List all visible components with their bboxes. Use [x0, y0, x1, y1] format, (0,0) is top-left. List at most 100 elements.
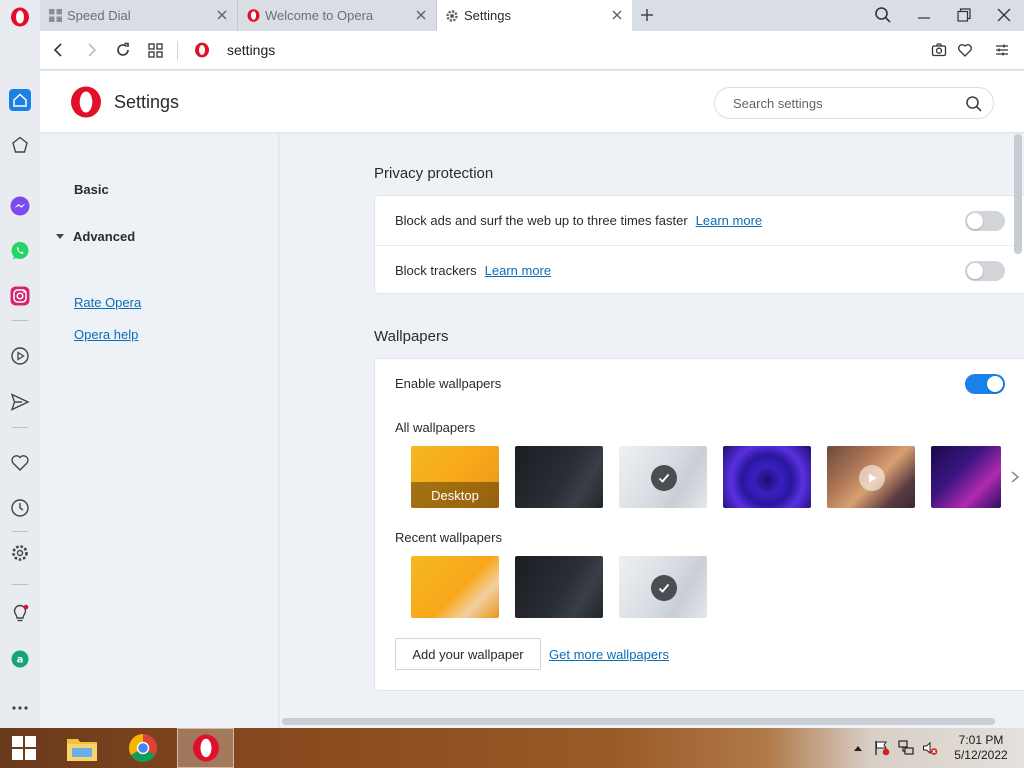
new-tab-button[interactable] — [637, 5, 657, 25]
close-tab-icon[interactable] — [414, 8, 428, 22]
sidebar-item-features[interactable] — [8, 602, 32, 626]
sidebar-item-personal-news[interactable] — [8, 133, 32, 157]
nav-advanced[interactable]: Advanced — [56, 229, 135, 244]
rate-opera-link[interactable]: Rate Opera — [74, 295, 141, 310]
wallpaper-thumb-neon[interactable] — [931, 446, 1001, 508]
setting-row-block-ads: Block ads and surf the web up to three t… — [375, 196, 1024, 245]
clock-date: 5/12/2022 — [954, 748, 1008, 762]
search-input[interactable] — [733, 94, 953, 112]
sidebar-item-messenger[interactable] — [8, 194, 32, 218]
tabs-overview-button[interactable] — [145, 40, 165, 60]
tab-welcome[interactable]: Welcome to Opera — [238, 0, 437, 31]
speaker-muted-icon — [923, 741, 938, 755]
block-trackers-toggle[interactable] — [965, 261, 1005, 281]
vertical-scrollbar[interactable] — [1014, 134, 1022, 254]
forward-button[interactable] — [81, 40, 101, 60]
sidebar-item-instagram[interactable] — [8, 284, 32, 308]
wallpapers-next-button[interactable] — [1009, 470, 1021, 484]
close-window-button[interactable] — [993, 4, 1015, 26]
opera-icon — [195, 42, 209, 58]
whatsapp-icon — [11, 242, 29, 260]
wallpaper-thumb-dark[interactable] — [515, 446, 603, 508]
nav-basic[interactable]: Basic — [74, 182, 109, 197]
sidebar-item-player[interactable] — [8, 344, 32, 368]
block-ads-toggle[interactable] — [965, 211, 1005, 231]
sidebar-item-aria[interactable]: a — [8, 647, 32, 671]
tab-speed-dial[interactable]: Speed Dial — [40, 0, 238, 31]
wallpaper-thumb-desktop[interactable]: Desktop — [411, 446, 499, 508]
sidebar-item-history[interactable] — [8, 496, 32, 520]
chevron-up-icon — [854, 746, 862, 751]
network-icon[interactable] — [898, 740, 914, 756]
selected-check-icon — [651, 465, 677, 491]
setting-row-enable-wallpapers: Enable wallpapers — [375, 359, 1024, 408]
enable-wallpapers-toggle[interactable] — [965, 374, 1005, 394]
sidebar-more-button[interactable] — [8, 696, 32, 720]
settings-nav: Basic Advanced Rate Opera Opera help — [40, 134, 279, 728]
back-button[interactable] — [49, 40, 69, 60]
recent-wallpaper-thumb-light[interactable] — [619, 556, 707, 618]
sidebar-item-home[interactable] — [8, 88, 32, 112]
learn-more-link[interactable]: Learn more — [696, 213, 762, 228]
volume-muted-icon[interactable] — [922, 740, 938, 756]
arrow-right-icon — [88, 43, 97, 57]
reload-button[interactable] — [113, 40, 133, 60]
taskbar-clock[interactable]: 7:01 PM 5/12/2022 — [946, 733, 1016, 763]
selected-check-icon — [651, 575, 677, 601]
play-circle-icon — [11, 347, 29, 365]
sidebar-item-my-flow[interactable] — [8, 390, 32, 414]
learn-more-link[interactable]: Learn more — [485, 263, 551, 278]
taskbar-opera[interactable] — [177, 728, 234, 768]
horizontal-scrollbar[interactable] — [282, 718, 995, 725]
taskbar-file-explorer[interactable] — [58, 728, 106, 768]
easy-setup-button[interactable] — [992, 40, 1012, 60]
tab-settings[interactable]: Settings — [437, 0, 632, 31]
setting-label: Block ads and surf the web up to three t… — [395, 213, 688, 228]
opera-menu-button[interactable] — [0, 0, 40, 34]
snapshot-button[interactable] — [929, 40, 949, 60]
svg-text:a: a — [17, 655, 24, 666]
bookmark-button[interactable] — [955, 40, 975, 60]
tab-search-button[interactable] — [872, 4, 894, 26]
address-input[interactable]: settings — [227, 42, 275, 58]
lightbulb-icon — [13, 604, 29, 622]
add-wallpaper-button[interactable]: Add your wallpaper — [395, 638, 541, 670]
opera-logo-icon — [71, 86, 101, 118]
all-wallpapers-label: All wallpapers — [395, 420, 476, 435]
opera-logo-icon — [11, 7, 29, 27]
show-hidden-icons-button[interactable] — [850, 740, 866, 756]
opera-help-link[interactable]: Opera help — [74, 327, 138, 342]
grid-icon — [48, 9, 62, 23]
close-tab-icon[interactable] — [215, 8, 229, 22]
windows-taskbar: 7:01 PM 5/12/2022 — [0, 728, 1024, 768]
aria-icon: a — [11, 650, 29, 668]
close-tab-icon[interactable] — [610, 8, 624, 22]
privacy-card: Block ads and surf the web up to three t… — [374, 195, 1024, 294]
get-more-wallpapers-link[interactable]: Get more wallpapers — [549, 647, 669, 662]
wallpaper-thumb-animated[interactable] — [827, 446, 915, 508]
minimize-button[interactable] — [913, 4, 935, 26]
flag-icon — [875, 741, 890, 756]
sidebar-item-settings[interactable] — [8, 541, 32, 565]
restore-button[interactable] — [953, 4, 975, 26]
setting-label: Enable wallpapers — [395, 376, 502, 391]
more-horizontal-icon — [12, 706, 28, 710]
recent-wallpaper-thumb-dark[interactable] — [515, 556, 603, 618]
taskbar-chrome[interactable] — [119, 728, 167, 768]
settings-sliders-icon — [996, 44, 1008, 56]
search-settings-box[interactable] — [714, 87, 994, 119]
start-button[interactable] — [0, 728, 48, 768]
wallpaper-thumb-vortex[interactable] — [723, 446, 811, 508]
recent-wallpaper-thumb-yellow[interactable] — [411, 556, 499, 618]
windows-logo-icon — [12, 736, 36, 760]
sidebar-item-whatsapp[interactable] — [8, 239, 32, 263]
wallpaper-thumb-light[interactable] — [619, 446, 707, 508]
reload-icon — [117, 42, 129, 56]
chevron-right-icon — [1011, 471, 1020, 483]
setting-row-block-trackers: Block trackers Learn more — [375, 245, 1024, 294]
site-info-icon[interactable] — [192, 40, 212, 60]
settings-header: Settings — [40, 71, 1024, 133]
divider — [12, 531, 28, 532]
sidebar-item-bookmarks[interactable] — [8, 451, 32, 475]
action-center-flag-icon[interactable] — [874, 740, 890, 756]
